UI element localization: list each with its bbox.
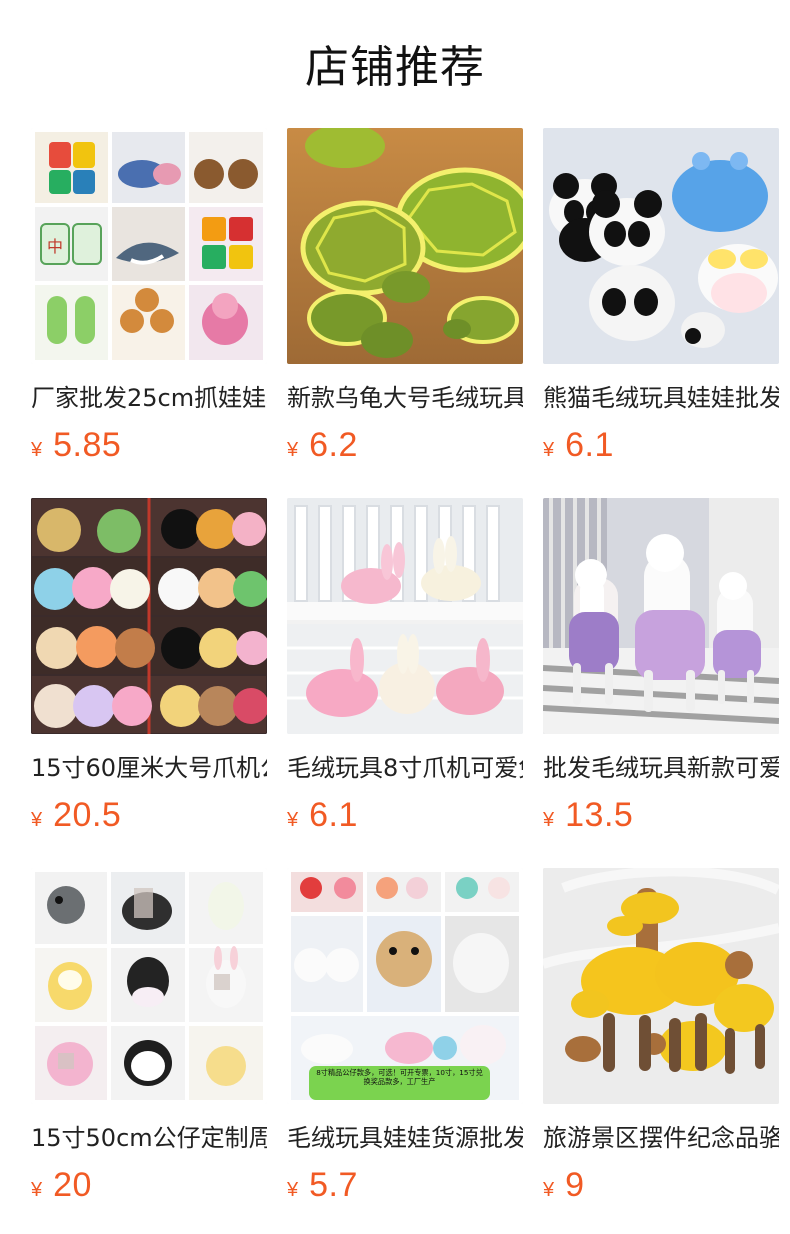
svg-text:中: 中 — [47, 237, 63, 256]
product-image[interactable] — [31, 868, 267, 1104]
currency-symbol: ¥ — [543, 1179, 555, 1201]
product-price: ¥ 13.5 — [543, 796, 779, 836]
product-card[interactable]: 中 厂家批发25cm抓娃娃 ¥ 5.85 — [31, 128, 267, 466]
price-value: 6.2 — [309, 426, 358, 464]
product-name[interactable]: 毛绒玩具娃娃货源批发 — [287, 1124, 523, 1152]
product-price: ¥ 9 — [543, 1166, 779, 1206]
product-price: ¥ 6.1 — [543, 426, 779, 466]
product-name[interactable]: 毛绒玩具8寸爪机可爱兔子 — [287, 754, 523, 782]
product-grid: 中 厂家批发25cm抓娃娃 ¥ 5.85 新款乌龟大号毛绒玩具 ¥ 6.2 熊猫… — [31, 128, 779, 1206]
product-price: ¥ 5.85 — [31, 426, 267, 466]
price-value: 20 — [53, 1166, 92, 1204]
product-image[interactable]: 中 — [31, 128, 267, 364]
plush-collage-icon — [31, 868, 267, 1104]
product-image[interactable] — [543, 498, 779, 734]
plush-collage-icon: 8寸精品公仔款多，可选！可开专票，10寸，15寸兑换奖品款多，工厂生产 — [287, 868, 523, 1104]
product-price: ¥ 20.5 — [31, 796, 267, 836]
currency-symbol: ¥ — [31, 439, 43, 461]
product-price: ¥ 20 — [31, 1166, 267, 1206]
currency-symbol: ¥ — [543, 439, 555, 461]
product-card[interactable]: 熊猫毛绒玩具娃娃批发 ¥ 6.1 — [543, 128, 779, 466]
product-name[interactable]: 15寸50cm公仔定制周边 — [31, 1124, 267, 1152]
price-value: 9 — [565, 1166, 585, 1204]
product-name[interactable]: 15寸60厘米大号爪机公仔 — [31, 754, 267, 782]
product-card[interactable]: 新款乌龟大号毛绒玩具 ¥ 6.2 — [287, 128, 523, 466]
price-value: 13.5 — [565, 796, 634, 834]
currency-symbol: ¥ — [31, 1179, 43, 1201]
product-name[interactable]: 熊猫毛绒玩具娃娃批发 — [543, 384, 779, 412]
product-price: ¥ 5.7 — [287, 1166, 523, 1206]
product-image[interactable] — [287, 128, 523, 364]
currency-symbol: ¥ — [287, 809, 299, 831]
product-image[interactable] — [543, 868, 779, 1104]
product-card[interactable]: 毛绒玩具8寸爪机可爱兔子 ¥ 6.1 — [287, 498, 523, 836]
product-name[interactable]: 厂家批发25cm抓娃娃机公仔 — [31, 384, 267, 412]
currency-symbol: ¥ — [543, 809, 555, 831]
turtle-plush-icon — [287, 128, 523, 364]
store-recommendations-page: 店铺推荐 中 厂家批发25cm抓娃娃 ¥ 5.85 新款乌龟大号毛绒玩具 ¥ 6… — [0, 0, 790, 1234]
plush-collage-icon: 中 — [31, 128, 267, 364]
product-name[interactable]: 批发毛绒玩具新款可爱羊驼 — [543, 754, 779, 782]
product-card[interactable]: 15寸50cm公仔定制周边 ¥ 20 — [31, 868, 267, 1206]
price-value: 6.1 — [309, 796, 358, 834]
product-name[interactable]: 旅游景区摆件纪念品骆驼 — [543, 1124, 779, 1152]
product-card[interactable]: 8寸精品公仔款多，可选！可开专票，10寸，15寸兑换奖品款多，工厂生产 毛绒玩具… — [287, 868, 523, 1206]
product-image[interactable] — [543, 128, 779, 364]
page-title: 店铺推荐 — [305, 41, 485, 93]
product-card[interactable]: 15寸60厘米大号爪机公仔 ¥ 20.5 — [31, 498, 267, 836]
product-card[interactable]: 旅游景区摆件纪念品骆驼 ¥ 9 — [543, 868, 779, 1206]
currency-symbol: ¥ — [287, 1179, 299, 1201]
image-caption: 8寸精品公仔款多，可选！可开专票，10寸，15寸兑换奖品款多，工厂生产 — [316, 1068, 483, 1086]
alpaca-plush-icon — [543, 498, 779, 734]
price-value: 6.1 — [565, 426, 614, 464]
product-price: ¥ 6.2 — [287, 426, 523, 466]
currency-symbol: ¥ — [31, 809, 43, 831]
price-value: 5.85 — [53, 426, 122, 464]
product-card[interactable]: 批发毛绒玩具新款可爱羊驼 ¥ 13.5 — [543, 498, 779, 836]
currency-symbol: ¥ — [287, 439, 299, 461]
panda-plush-icon — [543, 128, 779, 364]
product-name[interactable]: 新款乌龟大号毛绒玩具 — [287, 384, 523, 412]
price-value: 5.7 — [309, 1166, 358, 1204]
product-image[interactable]: 8寸精品公仔款多，可选！可开专票，10寸，15寸兑换奖品款多，工厂生产 — [287, 868, 523, 1104]
product-image[interactable] — [31, 498, 267, 734]
product-price: ¥ 6.1 — [287, 796, 523, 836]
price-value: 20.5 — [53, 796, 122, 834]
plush-shelf-icon — [31, 498, 267, 734]
product-image[interactable] — [287, 498, 523, 734]
rabbit-plush-icon — [287, 498, 523, 734]
camel-plush-icon — [543, 868, 779, 1104]
